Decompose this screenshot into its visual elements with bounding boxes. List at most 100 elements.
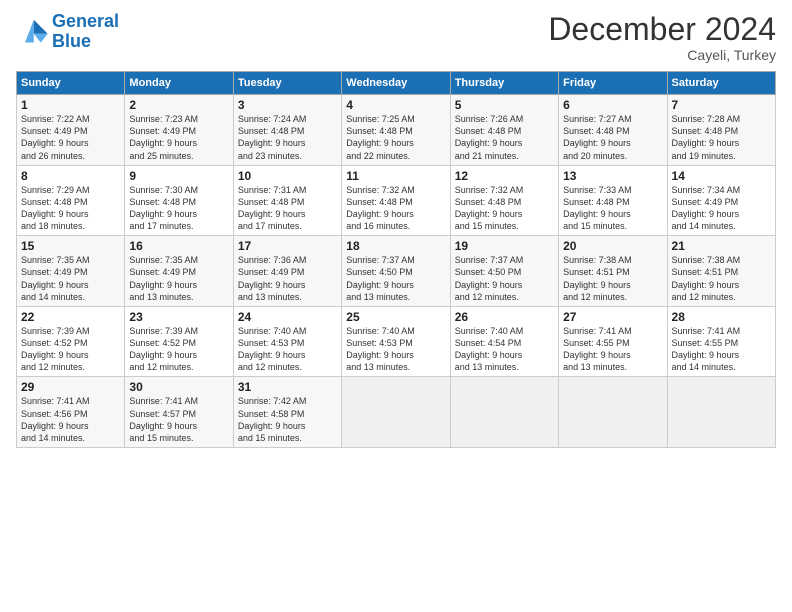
day-number: 12 — [455, 169, 554, 183]
day-number: 1 — [21, 98, 120, 112]
table-row: 16Sunrise: 7:35 AMSunset: 4:49 PMDayligh… — [125, 236, 233, 307]
day-number: 11 — [346, 169, 445, 183]
day-info: Sunrise: 7:29 AMSunset: 4:48 PMDaylight:… — [21, 184, 120, 233]
col-saturday: Saturday — [667, 72, 775, 95]
table-row: 6Sunrise: 7:27 AMSunset: 4:48 PMDaylight… — [559, 95, 667, 166]
table-row: 7Sunrise: 7:28 AMSunset: 4:48 PMDaylight… — [667, 95, 775, 166]
day-info: Sunrise: 7:25 AMSunset: 4:48 PMDaylight:… — [346, 113, 445, 162]
page: General Blue December 2024 Cayeli, Turke… — [0, 0, 792, 612]
table-row: 9Sunrise: 7:30 AMSunset: 4:48 PMDaylight… — [125, 165, 233, 236]
table-row: 1Sunrise: 7:22 AMSunset: 4:49 PMDaylight… — [17, 95, 125, 166]
day-number: 5 — [455, 98, 554, 112]
main-title: December 2024 — [548, 12, 776, 47]
day-number: 14 — [672, 169, 771, 183]
day-info: Sunrise: 7:24 AMSunset: 4:48 PMDaylight:… — [238, 113, 337, 162]
table-row: 25Sunrise: 7:40 AMSunset: 4:53 PMDayligh… — [342, 306, 450, 377]
table-row: 3Sunrise: 7:24 AMSunset: 4:48 PMDaylight… — [233, 95, 341, 166]
table-row — [667, 377, 775, 448]
day-info: Sunrise: 7:41 AMSunset: 4:57 PMDaylight:… — [129, 395, 228, 444]
day-number: 2 — [129, 98, 228, 112]
day-number: 7 — [672, 98, 771, 112]
calendar-week-1: 1Sunrise: 7:22 AMSunset: 4:49 PMDaylight… — [17, 95, 776, 166]
day-number: 28 — [672, 310, 771, 324]
day-number: 8 — [21, 169, 120, 183]
col-tuesday: Tuesday — [233, 72, 341, 95]
day-number: 21 — [672, 239, 771, 253]
table-row: 23Sunrise: 7:39 AMSunset: 4:52 PMDayligh… — [125, 306, 233, 377]
table-row: 4Sunrise: 7:25 AMSunset: 4:48 PMDaylight… — [342, 95, 450, 166]
table-row: 19Sunrise: 7:37 AMSunset: 4:50 PMDayligh… — [450, 236, 558, 307]
logo: General Blue — [16, 12, 119, 52]
col-sunday: Sunday — [17, 72, 125, 95]
logo-line2: Blue — [52, 31, 91, 51]
day-info: Sunrise: 7:40 AMSunset: 4:54 PMDaylight:… — [455, 325, 554, 374]
table-row: 11Sunrise: 7:32 AMSunset: 4:48 PMDayligh… — [342, 165, 450, 236]
day-info: Sunrise: 7:42 AMSunset: 4:58 PMDaylight:… — [238, 395, 337, 444]
day-number: 15 — [21, 239, 120, 253]
subtitle: Cayeli, Turkey — [548, 47, 776, 63]
day-number: 9 — [129, 169, 228, 183]
day-number: 10 — [238, 169, 337, 183]
table-row: 27Sunrise: 7:41 AMSunset: 4:55 PMDayligh… — [559, 306, 667, 377]
col-friday: Friday — [559, 72, 667, 95]
day-number: 29 — [21, 380, 120, 394]
table-row: 12Sunrise: 7:32 AMSunset: 4:48 PMDayligh… — [450, 165, 558, 236]
day-number: 27 — [563, 310, 662, 324]
day-info: Sunrise: 7:38 AMSunset: 4:51 PMDaylight:… — [563, 254, 662, 303]
logo-line1: General — [52, 11, 119, 31]
col-thursday: Thursday — [450, 72, 558, 95]
day-number: 26 — [455, 310, 554, 324]
day-info: Sunrise: 7:32 AMSunset: 4:48 PMDaylight:… — [346, 184, 445, 233]
calendar-week-4: 22 Sunrise: 7:39 AMSunset: 4:52 PMDayligh… — [17, 306, 776, 377]
header: General Blue December 2024 Cayeli, Turke… — [16, 12, 776, 63]
col-wednesday: Wednesday — [342, 72, 450, 95]
day-info: Sunrise: 7:22 AMSunset: 4:49 PMDaylight:… — [21, 113, 120, 162]
day-info: Sunrise: 7:37 AMSunset: 4:50 PMDaylight:… — [455, 254, 554, 303]
logo-text: General Blue — [52, 12, 119, 52]
day-info: Sunrise: 7:35 AMSunset: 4:49 PMDaylight:… — [21, 254, 120, 303]
day-info: Sunrise: 7:41 AMSunset: 4:55 PMDaylight:… — [672, 325, 771, 374]
calendar-week-3: 15Sunrise: 7:35 AMSunset: 4:49 PMDayligh… — [17, 236, 776, 307]
day-info: Sunrise: 7:27 AMSunset: 4:48 PMDaylight:… — [563, 113, 662, 162]
col-monday: Monday — [125, 72, 233, 95]
table-row: 13Sunrise: 7:33 AMSunset: 4:48 PMDayligh… — [559, 165, 667, 236]
table-row: 30Sunrise: 7:41 AMSunset: 4:57 PMDayligh… — [125, 377, 233, 448]
table-row: 18Sunrise: 7:37 AMSunset: 4:50 PMDayligh… — [342, 236, 450, 307]
table-row: 10Sunrise: 7:31 AMSunset: 4:48 PMDayligh… — [233, 165, 341, 236]
table-row: 31Sunrise: 7:42 AMSunset: 4:58 PMDayligh… — [233, 377, 341, 448]
day-number: 30 — [129, 380, 228, 394]
calendar-header-row: Sunday Monday Tuesday Wednesday Thursday… — [17, 72, 776, 95]
logo-icon — [16, 18, 48, 46]
title-block: December 2024 Cayeli, Turkey — [548, 12, 776, 63]
day-info: Sunrise: 7:38 AMSunset: 4:51 PMDaylight:… — [672, 254, 771, 303]
day-info: Sunrise: 7:28 AMSunset: 4:48 PMDaylight:… — [672, 113, 771, 162]
day-number: 25 — [346, 310, 445, 324]
day-info: Sunrise: 7:36 AMSunset: 4:49 PMDaylight:… — [238, 254, 337, 303]
day-number: 6 — [563, 98, 662, 112]
table-row: 20Sunrise: 7:38 AMSunset: 4:51 PMDayligh… — [559, 236, 667, 307]
day-number: 23 — [129, 310, 228, 324]
table-row: 5Sunrise: 7:26 AMSunset: 4:48 PMDaylight… — [450, 95, 558, 166]
day-number: 17 — [238, 239, 337, 253]
table-row: 17Sunrise: 7:36 AMSunset: 4:49 PMDayligh… — [233, 236, 341, 307]
table-row: 8Sunrise: 7:29 AMSunset: 4:48 PMDaylight… — [17, 165, 125, 236]
day-info: Sunrise: 7:39 AMSunset: 4:52 PMDaylight:… — [129, 325, 228, 374]
day-number: 19 — [455, 239, 554, 253]
day-info: Sunrise: 7:30 AMSunset: 4:48 PMDaylight:… — [129, 184, 228, 233]
day-info: Sunrise: 7:35 AMSunset: 4:49 PMDaylight:… — [129, 254, 228, 303]
day-number: 24 — [238, 310, 337, 324]
table-row: 24Sunrise: 7:40 AMSunset: 4:53 PMDayligh… — [233, 306, 341, 377]
day-number: 16 — [129, 239, 228, 253]
calendar-week-2: 8Sunrise: 7:29 AMSunset: 4:48 PMDaylight… — [17, 165, 776, 236]
table-row: 21Sunrise: 7:38 AMSunset: 4:51 PMDayligh… — [667, 236, 775, 307]
day-info: Sunrise: 7:40 AMSunset: 4:53 PMDaylight:… — [238, 325, 337, 374]
day-info: Sunrise: 7:41 AMSunset: 4:56 PMDaylight:… — [21, 395, 120, 444]
day-number: 18 — [346, 239, 445, 253]
table-row: 15Sunrise: 7:35 AMSunset: 4:49 PMDayligh… — [17, 236, 125, 307]
calendar-week-5: 29Sunrise: 7:41 AMSunset: 4:56 PMDayligh… — [17, 377, 776, 448]
day-info: Sunrise: 7:31 AMSunset: 4:48 PMDaylight:… — [238, 184, 337, 233]
day-number: 22 — [21, 310, 120, 324]
day-number: 4 — [346, 98, 445, 112]
day-info: Sunrise: 7:41 AMSunset: 4:55 PMDaylight:… — [563, 325, 662, 374]
table-row: 22Sunrise: 7:39 AMSunset: 4:52 PMDayligh… — [17, 306, 125, 377]
